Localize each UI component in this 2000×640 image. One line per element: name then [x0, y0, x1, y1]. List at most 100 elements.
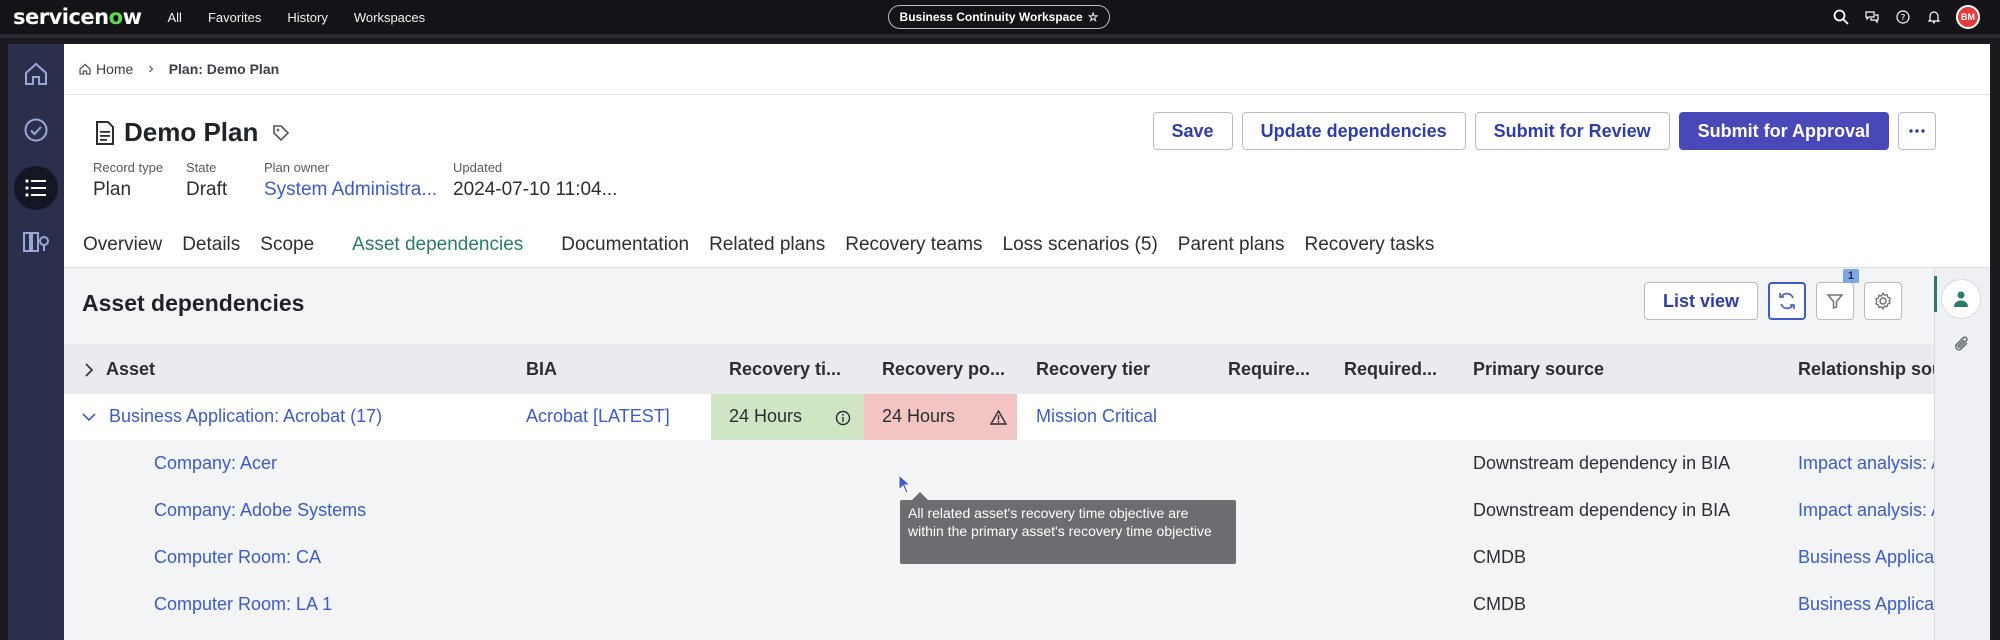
asset-link[interactable]: Computer Room: CA	[154, 547, 504, 568]
chevron-right-icon[interactable]	[84, 363, 94, 377]
tag-icon[interactable]	[272, 124, 290, 142]
tab-overview[interactable]: Overview	[83, 234, 162, 267]
field-label: State	[186, 160, 217, 175]
home-icon[interactable]	[14, 52, 58, 96]
check-circle-icon[interactable]	[14, 108, 58, 152]
tab-asset-dependencies[interactable]: Asset dependencies	[336, 234, 540, 270]
chat-icon[interactable]	[1858, 3, 1886, 31]
relationship-source-link[interactable]: Business Applica	[1798, 594, 1934, 615]
asset-link[interactable]: Company: Acer	[154, 453, 504, 474]
update-dependencies-button[interactable]: Update dependencies	[1241, 112, 1466, 150]
star-icon[interactable]: ☆	[1088, 10, 1099, 24]
column-header-asset[interactable]: Asset	[106, 359, 406, 380]
column-header-recovery-tier[interactable]: Recovery tier	[1036, 359, 1206, 380]
search-icon[interactable]	[1827, 3, 1855, 31]
submit-approval-button[interactable]: Submit for Approval	[1678, 112, 1889, 150]
ellipsis-icon	[1909, 129, 1925, 133]
nav-history[interactable]: History	[287, 10, 327, 25]
primary-source-value: CMDB	[1473, 547, 1526, 567]
svg-text:?: ?	[1901, 14, 1906, 24]
field-record-type: Record type Plan	[93, 160, 163, 201]
field-state: State Draft	[186, 160, 227, 201]
settings-button[interactable]	[1864, 282, 1902, 320]
table-group-row[interactable]: Business Application: Acrobat (17) Acrob…	[64, 394, 1934, 440]
chevron-down-icon[interactable]	[82, 412, 96, 422]
nav-favorites[interactable]: Favorites	[208, 10, 261, 25]
nav-all[interactable]: All	[167, 10, 181, 25]
field-label: Plan owner	[264, 160, 330, 175]
table-row[interactable]: Computer Room: LA 1 CMDB Business Applic…	[64, 582, 1934, 628]
column-header-recovery-time[interactable]: Recovery ti...	[729, 359, 869, 380]
mouse-cursor-icon	[898, 474, 912, 494]
column-header-bia[interactable]: BIA	[526, 359, 676, 380]
paperclip-icon[interactable]	[1953, 334, 1971, 354]
help-icon[interactable]: ?	[1889, 3, 1917, 31]
filter-icon	[1826, 294, 1844, 310]
record-title-row: Demo Plan	[94, 117, 290, 148]
relationship-source-link[interactable]: Business Applica	[1798, 547, 1934, 568]
recovery-tier-link[interactable]: Mission Critical	[1036, 406, 1216, 427]
column-header-recovery-point[interactable]: Recovery po...	[882, 359, 1022, 380]
filter-button[interactable]: 1	[1816, 269, 1859, 320]
field-value: Draft	[186, 179, 228, 200]
more-actions-button[interactable]	[1898, 112, 1936, 150]
tab-recovery-tasks[interactable]: Recovery tasks	[1304, 234, 1434, 267]
library-icon[interactable]	[14, 220, 58, 264]
column-header-required-2[interactable]: Required...	[1344, 359, 1464, 380]
tab-related-plans[interactable]: Related plans	[709, 234, 825, 267]
bell-icon[interactable]	[1920, 3, 1948, 31]
list-icon[interactable]	[14, 166, 58, 210]
workspace-main: Home › Plan: Demo Plan Demo Plan Record …	[64, 44, 1990, 640]
list-view-button[interactable]: List view	[1643, 282, 1758, 320]
recovery-point-value: 24 Hours	[882, 406, 956, 426]
panel-title: Asset dependencies	[82, 290, 305, 316]
document-icon	[96, 120, 114, 145]
global-header: servicenow All Favorites History Workspa…	[0, 0, 2000, 34]
tab-documentation[interactable]: Documentation	[561, 234, 689, 267]
tab-recovery-teams[interactable]: Recovery teams	[845, 234, 982, 267]
tab-scope[interactable]: Scope	[260, 234, 314, 267]
column-header-required-1[interactable]: Require...	[1228, 359, 1338, 380]
asset-link[interactable]: Computer Room: LA 1	[154, 594, 504, 615]
header-icons: ? BM	[1824, 0, 1980, 34]
group-asset-link[interactable]: Business Application: Acrobat (17)	[109, 406, 509, 427]
breadcrumb-current: Plan: Demo Plan	[168, 61, 280, 77]
info-icon[interactable]	[835, 410, 851, 426]
relationship-source-link[interactable]: Impact analysis: A	[1798, 500, 1934, 521]
table-row[interactable]: Company: Acer Downstream dependency in B…	[64, 441, 1934, 487]
record-title: Demo Plan	[124, 117, 259, 147]
field-label: Record type	[93, 160, 164, 175]
record-actions: Save Update dependencies Submit for Revi…	[1144, 112, 1936, 150]
column-header-primary-source[interactable]: Primary source	[1473, 359, 1723, 380]
user-details-button[interactable]	[1941, 279, 1981, 319]
tab-details[interactable]: Details	[182, 234, 240, 267]
breadcrumb-home[interactable]: Home	[96, 61, 133, 77]
tab-loss-scenarios[interactable]: Loss scenarios (5)	[1003, 234, 1158, 267]
tab-parent-plans[interactable]: Parent plans	[1178, 234, 1285, 267]
relationship-source-link[interactable]: Impact analysis: A	[1798, 453, 1934, 474]
bia-link[interactable]: Acrobat [LATEST]	[526, 406, 696, 427]
field-value: Plan	[93, 179, 132, 200]
servicenow-logo[interactable]: servicenow	[13, 5, 142, 29]
rto-tooltip: All related asset's recovery time object…	[900, 492, 1236, 564]
workspace-name: Business Continuity Workspace	[899, 10, 1083, 24]
breadcrumb-divider	[64, 94, 1990, 95]
person-icon	[1954, 291, 1968, 307]
asset-link[interactable]: Company: Adobe Systems	[154, 500, 504, 521]
nav-workspaces[interactable]: Workspaces	[354, 10, 425, 25]
panel-toolbar: List view 1	[1634, 269, 1902, 320]
contextual-sidebar	[1934, 268, 1990, 640]
column-header-relationship-source[interactable]: Relationship sou	[1798, 359, 1934, 380]
field-value: 2024-07-10 11:04...	[453, 179, 618, 200]
user-avatar[interactable]: BM	[1956, 5, 1980, 29]
left-rail	[8, 44, 64, 640]
plan-owner-link[interactable]: System Administra...	[264, 179, 437, 201]
record-tabs: Overview Details Scope Asset dependencie…	[82, 234, 1453, 270]
warning-icon[interactable]	[990, 410, 1007, 425]
refresh-button[interactable]	[1768, 282, 1806, 320]
workspace-pill[interactable]: Business Continuity Workspace ☆	[888, 5, 1110, 29]
save-button[interactable]: Save	[1152, 112, 1233, 150]
recovery-point-cell: 24 Hours	[864, 394, 1017, 440]
sidebar-accent	[1934, 276, 1937, 312]
submit-review-button[interactable]: Submit for Review	[1474, 112, 1670, 150]
